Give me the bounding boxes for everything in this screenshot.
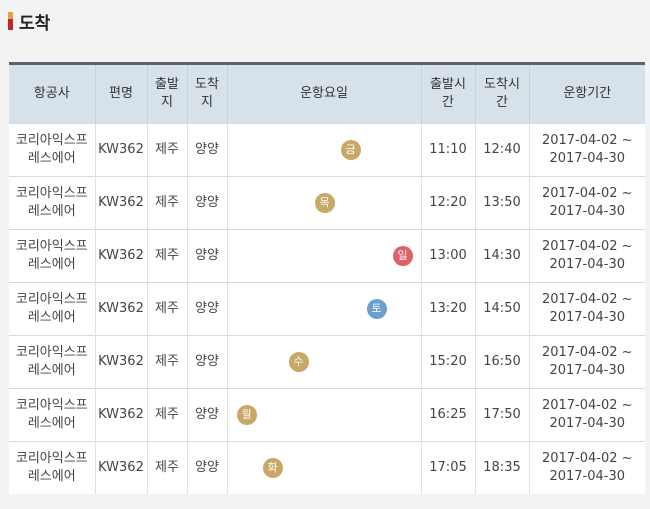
airline-cell: 코리아익스프 레스에어 <box>9 229 96 283</box>
period-cell: 2017-04-02 ~2017-04-30 <box>529 388 645 442</box>
period-cell: 2017-04-02 ~2017-04-30 <box>529 335 645 389</box>
airline-cell: 코리아익스프 레스에어 <box>9 388 96 442</box>
weekday-cell: 목 <box>227 176 422 230</box>
airline-cell: 코리아익스프 레스에어 <box>9 176 96 230</box>
departure-time-cell: 16:25 <box>421 388 476 442</box>
weekday-cell: 토 <box>227 282 422 336</box>
period-cell: 2017-04-02 ~2017-04-30 <box>529 176 645 230</box>
origin-cell: 제주 <box>147 388 188 442</box>
flight-cell: KW362 <box>95 123 148 177</box>
table-row: 코리아익스프 레스에어 KW362 제주 양양 월 16:25 17:50 2017-04-02… <box>9 388 645 442</box>
destination-cell: 양양 <box>187 388 228 442</box>
col-arrival: 도착 지 <box>187 63 228 124</box>
destination-cell: 양양 <box>187 335 228 389</box>
period-cell: 2017-04-02 ~2017-04-30 <box>529 441 645 494</box>
title-marker-icon <box>8 12 13 30</box>
weekday-badge: 일 <box>392 246 413 266</box>
weekday-badge: 금 <box>340 140 361 160</box>
weekday-badge: 월 <box>236 405 257 425</box>
table-row: 코리아익스프 레스에어 KW362 제주 양양 수 15:20 16:50 2017-04-02… <box>9 335 645 389</box>
origin-cell: 제주 <box>147 282 188 336</box>
weekday-badge: 화 <box>262 458 283 478</box>
origin-cell: 제주 <box>147 335 188 389</box>
origin-cell: 제주 <box>147 123 188 177</box>
departure-time-cell: 13:00 <box>421 229 476 283</box>
section-header: 도착 <box>8 10 51 34</box>
departure-time-cell: 12:20 <box>421 176 476 230</box>
weekday-badge: 수 <box>288 352 309 372</box>
flight-cell: KW362 <box>95 229 148 283</box>
destination-cell: 양양 <box>187 229 228 283</box>
flight-cell: KW362 <box>95 335 148 389</box>
table-header-row: 항공사 편명 출발 지 도착 지 운항요일 출발시 간 도착시 간 운항기간 <box>9 63 645 124</box>
period-cell: 2017-04-02 ~2017-04-30 <box>529 229 645 283</box>
table-row: 코리아익스프 레스에어 KW362 제주 양양 화 17:05 18:35 2017-04-02… <box>9 441 645 494</box>
destination-cell: 양양 <box>187 176 228 230</box>
departure-time-cell: 15:20 <box>421 335 476 389</box>
flight-cell: KW362 <box>95 441 148 494</box>
col-flight: 편명 <box>95 63 148 124</box>
arrival-time-cell: 13:50 <box>475 176 530 230</box>
weekday-badge: 목 <box>314 193 335 213</box>
period-cell: 2017-04-02 ~2017-04-30 <box>529 282 645 336</box>
arrival-schedule-table: 항공사 편명 출발 지 도착 지 운항요일 출발시 간 도착시 간 운항기간 코리아익스… <box>9 62 645 494</box>
table-row: 코리아익스프 레스에어 KW362 제주 양양 금 11:10 12:40 2017-04-02… <box>9 123 645 177</box>
arrival-time-cell: 14:30 <box>475 229 530 283</box>
destination-cell: 양양 <box>187 282 228 336</box>
airline-cell: 코리아익스프 레스에어 <box>9 123 96 177</box>
arrival-time-cell: 17:50 <box>475 388 530 442</box>
section-title: 도착 <box>19 13 51 34</box>
arrival-time-cell: 16:50 <box>475 335 530 389</box>
col-departure-time: 출발시 간 <box>421 63 476 124</box>
origin-cell: 제주 <box>147 176 188 230</box>
weekday-cell: 월 <box>227 388 422 442</box>
weekday-cell: 수 <box>227 335 422 389</box>
arrival-time-cell: 12:40 <box>475 123 530 177</box>
weekday-badge: 토 <box>366 299 387 319</box>
col-airline: 항공사 <box>9 63 96 124</box>
col-arrival-time: 도착시 간 <box>475 63 530 124</box>
arrival-time-cell: 18:35 <box>475 441 530 494</box>
col-period: 운항기간 <box>529 63 645 124</box>
arrival-time-cell: 14:50 <box>475 282 530 336</box>
period-cell: 2017-04-02 ~2017-04-30 <box>529 123 645 177</box>
flight-cell: KW362 <box>95 388 148 442</box>
destination-cell: 양양 <box>187 123 228 177</box>
weekday-cell: 일 <box>227 229 422 283</box>
weekday-cell: 금 <box>227 123 422 177</box>
flight-cell: KW362 <box>95 176 148 230</box>
col-departure: 출발 지 <box>147 63 188 124</box>
table-row: 코리아익스프 레스에어 KW362 제주 양양 토 13:20 14:50 2017-04-02… <box>9 282 645 336</box>
airline-cell: 코리아익스프 레스에어 <box>9 335 96 389</box>
destination-cell: 양양 <box>187 441 228 494</box>
airline-cell: 코리아익스프 레스에어 <box>9 441 96 494</box>
departure-time-cell: 11:10 <box>421 123 476 177</box>
origin-cell: 제주 <box>147 441 188 494</box>
table-row: 코리아익스프 레스에어 KW362 제주 양양 목 12:20 13:50 2017-04-02… <box>9 176 645 230</box>
weekday-cell: 화 <box>227 441 422 494</box>
airline-cell: 코리아익스프 레스에어 <box>9 282 96 336</box>
flight-cell: KW362 <box>95 282 148 336</box>
departure-time-cell: 17:05 <box>421 441 476 494</box>
table-row: 코리아익스프 레스에어 KW362 제주 양양 일 13:00 14:30 2017-04-02… <box>9 229 645 283</box>
col-weekday: 운항요일 <box>227 63 422 124</box>
origin-cell: 제주 <box>147 229 188 283</box>
departure-time-cell: 13:20 <box>421 282 476 336</box>
